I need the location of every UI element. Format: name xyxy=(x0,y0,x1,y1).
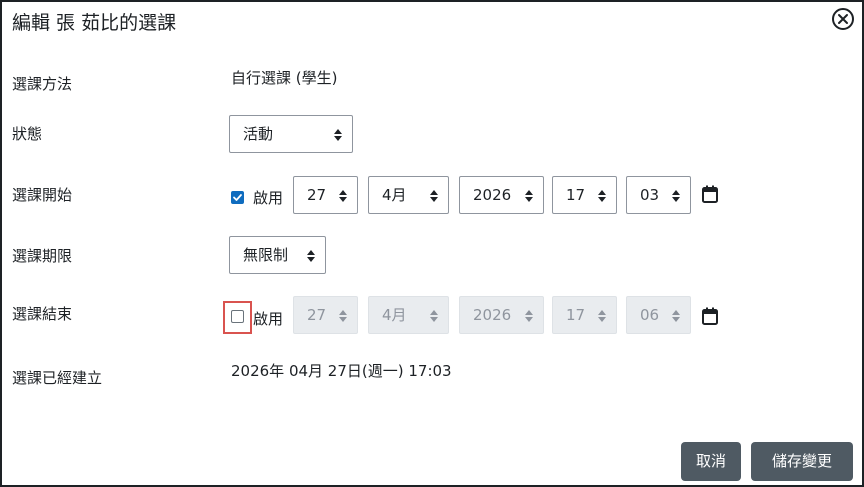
save-changes-button[interactable]: 儲存變更 xyxy=(751,442,853,481)
end-month-value: 4月 xyxy=(382,306,407,324)
start-month-value: 4月 xyxy=(382,186,407,204)
end-minute-value: 06 xyxy=(640,306,660,324)
checkmark-icon xyxy=(232,192,243,203)
end-label: 選課結束 xyxy=(12,305,73,323)
end-hour-value: 17 xyxy=(566,306,586,324)
sort-arrows-icon xyxy=(672,190,680,202)
sort-arrows-icon xyxy=(525,310,533,322)
status-select-value: 活動 xyxy=(243,125,274,143)
end-month-select: 4月 xyxy=(368,296,449,334)
duration-select[interactable]: 無限制 xyxy=(229,236,326,274)
close-button[interactable] xyxy=(831,7,855,31)
end-hour-select: 17 xyxy=(552,296,617,334)
sort-arrows-icon xyxy=(525,190,533,202)
end-day-select: 27 xyxy=(293,296,358,334)
start-day-value: 27 xyxy=(307,186,327,204)
dialog-title: 編輯 張 茹比的選課 xyxy=(12,12,177,34)
end-year-select: 2026 xyxy=(459,296,544,334)
sort-arrows-icon xyxy=(598,310,606,322)
start-day-select[interactable]: 27 xyxy=(293,176,358,214)
sort-arrows-icon xyxy=(339,190,347,202)
end-minute-select: 06 xyxy=(626,296,691,334)
sort-arrows-icon xyxy=(430,190,438,202)
method-label: 選課方法 xyxy=(12,75,73,93)
start-enable-checkbox[interactable] xyxy=(231,191,244,204)
sort-arrows-icon xyxy=(598,190,606,202)
start-minute-value: 03 xyxy=(640,186,660,204)
end-enable-checkbox[interactable] xyxy=(231,310,244,323)
start-year-value: 2026 xyxy=(473,186,512,204)
end-calendar-icon[interactable] xyxy=(702,307,718,325)
end-enable-label: 啟用 xyxy=(253,310,284,328)
start-hour-select[interactable]: 17 xyxy=(552,176,617,214)
status-select[interactable]: 活動 xyxy=(229,115,353,153)
start-label: 選課開始 xyxy=(12,186,73,204)
sort-arrows-icon xyxy=(307,250,315,262)
start-hour-value: 17 xyxy=(566,186,586,204)
created-label: 選課已經建立 xyxy=(12,369,103,387)
duration-label: 選課期限 xyxy=(12,247,73,265)
edit-enrolment-dialog: 編輯 張 茹比的選課 選課方法 自行選課 (學生) 狀態 活動 選課開始 啟用 … xyxy=(0,0,864,487)
sort-arrows-icon xyxy=(672,310,680,322)
start-calendar-icon[interactable] xyxy=(702,185,718,203)
sort-arrows-icon xyxy=(430,310,438,322)
duration-select-value: 無限制 xyxy=(243,246,289,264)
start-month-select[interactable]: 4月 xyxy=(368,176,449,214)
method-value: 自行選課 (學生) xyxy=(231,69,338,87)
start-minute-select[interactable]: 03 xyxy=(626,176,691,214)
cancel-button[interactable]: 取消 xyxy=(681,442,741,481)
start-enable-label: 啟用 xyxy=(253,189,284,207)
sort-arrows-icon xyxy=(339,310,347,322)
status-label: 狀態 xyxy=(12,125,43,143)
end-day-value: 27 xyxy=(307,306,327,324)
end-year-value: 2026 xyxy=(473,306,512,324)
start-year-select[interactable]: 2026 xyxy=(459,176,544,214)
close-icon xyxy=(831,7,855,31)
sort-arrows-icon xyxy=(334,129,342,141)
created-value: 2026年 04月 27日(週一) 17:03 xyxy=(231,362,452,380)
